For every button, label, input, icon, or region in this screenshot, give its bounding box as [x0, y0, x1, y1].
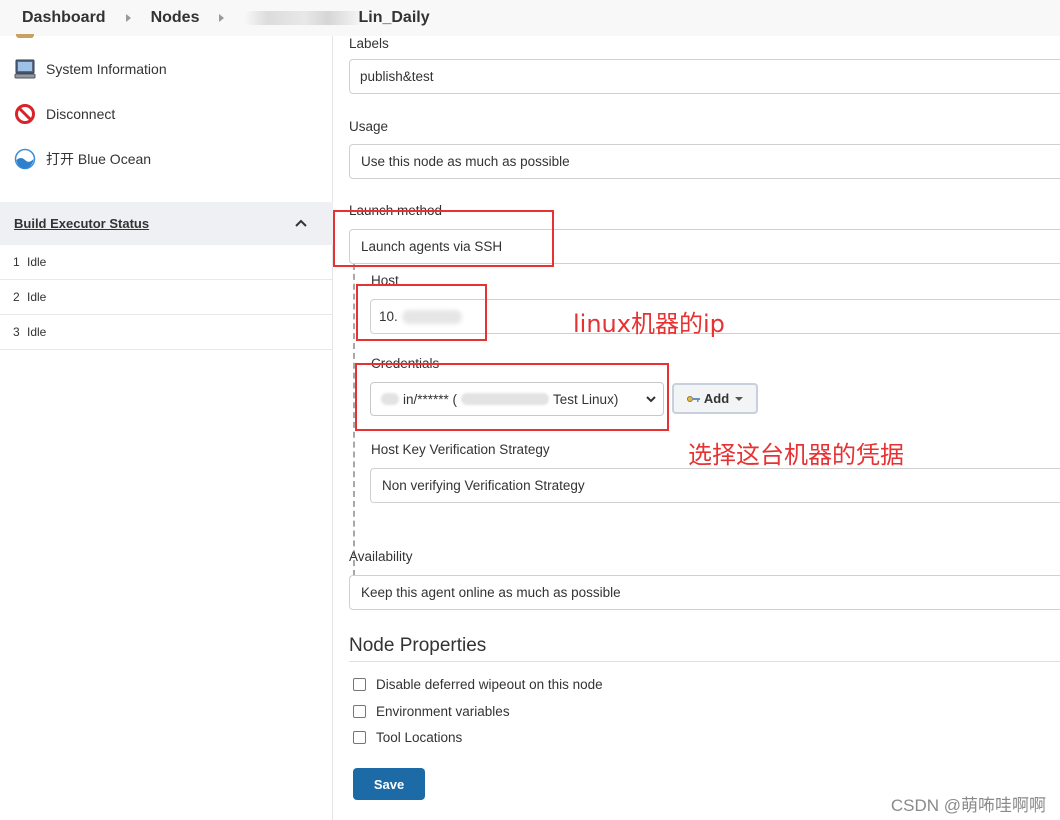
annotation-box-host [356, 284, 487, 341]
labels-label: Labels [349, 36, 389, 51]
sidebar: System Information Disconnect 打开 Blue Oc… [0, 34, 333, 820]
availability-label: Availability [349, 549, 413, 564]
executor-number: 1 [13, 255, 20, 269]
redacted-text [244, 11, 365, 25]
usage-select[interactable]: Use this node as much as possible [349, 144, 1060, 179]
divider [349, 661, 1060, 662]
checkbox[interactable] [353, 731, 366, 744]
executor-status: Idle [27, 255, 47, 269]
executor-row: 3 Idle [0, 315, 333, 350]
executor-number: 3 [13, 325, 20, 339]
checkbox-label: Disable deferred wipeout on this node [376, 677, 603, 692]
checkbox-label: Tool Locations [376, 730, 463, 745]
breadcrumb-nodes[interactable]: Nodes [151, 9, 200, 27]
checkbox[interactable] [353, 705, 366, 718]
annotation-box-credentials [355, 363, 669, 431]
checkbox-disable-deferred-wipeout[interactable]: Disable deferred wipeout on this node [353, 677, 603, 692]
watermark: CSDN @萌咘哇啊啊 [890, 796, 1046, 815]
host-key-verification-label: Host Key Verification Strategy [371, 442, 550, 457]
sidebar-item-label: 打开 Blue Ocean [46, 151, 152, 167]
build-executor-status-title[interactable]: Build Executor Status [14, 216, 149, 231]
host-key-verification-select[interactable]: Non verifying Verification Strategy [370, 468, 1060, 503]
sidebar-item-disconnect[interactable]: Disconnect [14, 103, 115, 125]
disconnect-icon [14, 103, 36, 125]
annotation-box-launch-method [333, 210, 554, 267]
executor-number: 2 [13, 290, 20, 304]
add-button-label: Add [703, 391, 730, 406]
labels-input[interactable]: publish&test [349, 59, 1060, 94]
breadcrumb-dashboard[interactable]: Dashboard [22, 9, 106, 27]
breadcrumb: Dashboard Nodes Lin_Daily [0, 0, 1060, 36]
sidebar-item-label: System Information [46, 61, 167, 77]
sidebar-item-system-information[interactable]: System Information [14, 58, 167, 80]
breadcrumb-separator-icon [219, 14, 225, 22]
checkbox-label: Environment variables [376, 704, 510, 719]
checkbox-environment-variables[interactable]: Environment variables [353, 704, 510, 719]
save-button[interactable]: Save [353, 768, 425, 800]
folder-icon [16, 34, 34, 38]
usage-label: Usage [349, 119, 389, 134]
key-icon [686, 391, 701, 406]
breadcrumb-current-node[interactable]: Lin_Daily [358, 9, 429, 27]
annotation-ip-note: linux机器的ip [573, 310, 725, 338]
checkbox-tool-locations[interactable]: Tool Locations [353, 730, 462, 745]
breadcrumb-separator-icon [125, 14, 131, 22]
executor-row: 1 Idle [0, 245, 333, 280]
build-executor-status-header[interactable]: Build Executor Status [0, 202, 333, 245]
computer-icon [14, 58, 36, 80]
availability-select[interactable]: Keep this agent online as much as possib… [349, 575, 1060, 610]
node-properties-title: Node Properties [349, 635, 487, 656]
caret-down-icon [735, 396, 744, 401]
chevron-up-icon[interactable] [294, 216, 308, 231]
sidebar-item-blue-ocean[interactable]: 打开 Blue Ocean [14, 148, 151, 170]
add-credentials-button[interactable]: Add [672, 383, 758, 414]
checkbox[interactable] [353, 678, 366, 691]
executor-row: 2 Idle [0, 280, 333, 315]
executor-status: Idle [27, 325, 47, 339]
executor-status: Idle [27, 290, 47, 304]
blue-ocean-icon [14, 148, 36, 170]
sidebar-item-label: Disconnect [46, 106, 116, 122]
annotation-credentials-note: 选择这台机器的凭据 [688, 441, 904, 469]
